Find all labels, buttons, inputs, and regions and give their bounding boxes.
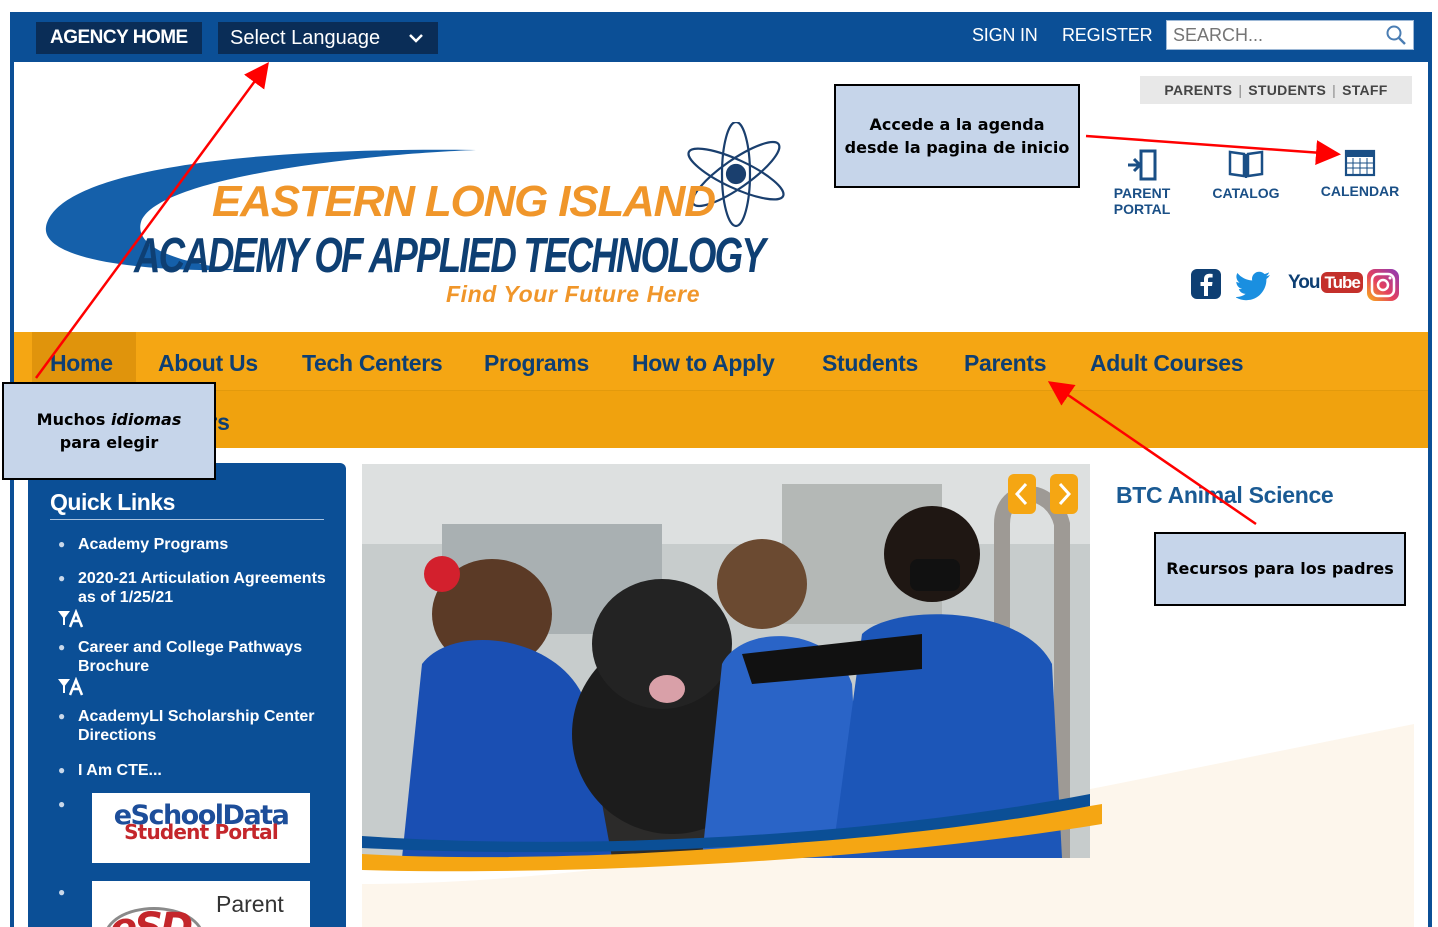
youtube-icon[interactable]: You Tube [1288, 272, 1363, 294]
nav-adult-courses[interactable]: Adult Courses [1090, 350, 1244, 377]
quick-links-title: Quick Links [50, 489, 175, 515]
language-callout: Muchos idiomas para elegir [2, 382, 216, 480]
calendar-link[interactable]: CALENDAR [1314, 146, 1406, 199]
language-select[interactable]: Select Language [218, 22, 438, 54]
quick-link-label: Career and College Pathways Brochure [78, 639, 303, 675]
calendar-callout-text-1: Accede a la agenda [869, 114, 1045, 134]
audience-bar: PARENTS | STUDENTS | STAFF [1140, 76, 1412, 104]
calendar-callout-text-2: desde la pagina de inicio [844, 138, 1070, 157]
parent-portal-link[interactable]: PARENT PORTAL [1102, 148, 1182, 217]
catalog-label: CATALOG [1212, 185, 1280, 201]
slide-next-button[interactable] [1050, 474, 1078, 514]
quick-link-label: I Am CTE... [78, 762, 162, 779]
parents-callout: Recursos para los padres [1154, 532, 1406, 606]
search-box [1166, 20, 1414, 50]
pdf-download-icon[interactable] [56, 609, 88, 629]
nav-how-to-apply[interactable]: How to Apply [632, 350, 775, 377]
audience-students-link[interactable]: STUDENTS [1248, 82, 1326, 98]
esd-parent-label: Parent [216, 891, 284, 917]
parent-portal-label-2: PORTAL [1113, 201, 1171, 217]
divider [50, 519, 324, 520]
language-select-label: Select Language [230, 27, 381, 49]
bullet-icon: ● [58, 709, 66, 723]
calendar-icon [1344, 149, 1376, 177]
slide-title: BTC Animal Science [1116, 482, 1334, 508]
twitter-icon[interactable] [1235, 271, 1272, 306]
register-link[interactable]: REGISTER [1062, 25, 1153, 46]
catalog-link[interactable]: CATALOG [1206, 148, 1286, 201]
main-nav: Home About Us Tech Centers Programs How … [14, 332, 1428, 448]
eschool-subtitle: Student Portal [124, 820, 279, 844]
esd-logo: eSD [110, 905, 193, 927]
eschooldata-banner[interactable]: eSchoolData Student Portal [92, 793, 310, 863]
calendar-callout: Accede a la agenda desde la pagina de ini… [834, 84, 1080, 188]
audience-staff-link[interactable]: STAFF [1342, 82, 1388, 98]
parent-portal-icon [1128, 149, 1157, 181]
logo-tagline: Find Your Future Here [446, 281, 700, 307]
logo-line-1: EASTERN LONG ISLAND [212, 177, 715, 226]
quick-links-sidebar: Quick Links ● Academy Programs ● 2020-21… [28, 463, 346, 927]
chevron-down-icon [408, 22, 424, 66]
audience-parents-link[interactable]: PARENTS [1164, 82, 1232, 98]
top-bar: AGENCY HOME Select Language SIGN IN REGI… [14, 12, 1428, 62]
language-callout-emphasis: idiomas [110, 409, 182, 429]
agency-home-link[interactable]: AGENCY HOME [36, 22, 202, 54]
youtube-you: You [1288, 272, 1321, 293]
slide-prev-button[interactable] [1008, 474, 1036, 514]
nav-parents[interactable]: Parents [964, 350, 1047, 377]
nav-students[interactable]: Students [822, 350, 918, 377]
calendar-label: CALENDAR [1320, 183, 1400, 199]
bullet-icon: ● [58, 537, 66, 551]
nav-home[interactable]: Home [50, 350, 113, 377]
chevron-right-icon [1058, 482, 1072, 506]
bullet-icon: ● [58, 640, 66, 654]
parent-portal-label-1: PARENT [1113, 185, 1171, 201]
chevron-left-icon [1014, 482, 1028, 506]
esd-parent-portal-banner[interactable]: eSD Parent [92, 881, 310, 927]
nav-row-2: Careers [14, 390, 1428, 448]
book-icon [1228, 150, 1264, 178]
search-input[interactable] [1167, 21, 1367, 49]
language-callout-text-1: Muchos [36, 409, 111, 429]
bullet-icon: ● [58, 763, 66, 777]
parents-callout-text: Recursos para los padres [1166, 559, 1394, 579]
youtube-tube: Tube [1321, 272, 1363, 293]
slide-swoosh [362, 794, 1102, 872]
language-callout-text-2: para elegir [59, 433, 159, 452]
bullet-icon: ● [58, 571, 66, 585]
nav-about-us[interactable]: About Us [158, 350, 258, 377]
sign-in-link[interactable]: SIGN IN [972, 25, 1038, 46]
nav-tech-centers[interactable]: Tech Centers [302, 350, 443, 377]
pdf-download-icon[interactable] [56, 677, 88, 697]
search-icon[interactable] [1385, 24, 1407, 46]
audience-separator: | [1238, 82, 1243, 98]
audience-separator: | [1332, 82, 1337, 98]
nav-programs[interactable]: Programs [484, 350, 589, 377]
facebook-icon[interactable] [1190, 268, 1222, 305]
logo-line-2: ACADEMY OF APPLIED TECHNOLOGY [133, 229, 769, 283]
instagram-icon[interactable] [1366, 268, 1400, 307]
site-logo[interactable]: EASTERN LONG ISLAND ACADEMY OF APPLIED T… [36, 120, 796, 322]
quick-link-label: 2020-21 Articulation Agreements as of 1/… [78, 570, 326, 606]
quick-link-label: Academy Programs [78, 536, 229, 553]
browser-page: AGENCY HOME Select Language SIGN IN REGI… [10, 12, 1432, 927]
quick-link-label: AcademyLI Scholarship Center Directions [78, 708, 315, 744]
